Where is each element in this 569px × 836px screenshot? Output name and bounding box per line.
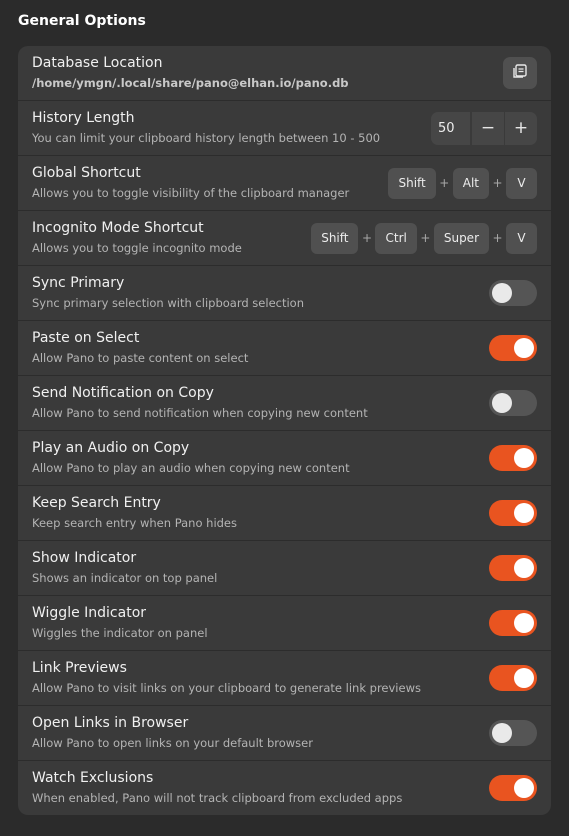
keep-search-entry-switch[interactable] xyxy=(489,500,537,526)
shortcut-separator: + xyxy=(492,231,503,245)
row-title: Keep Search Entry xyxy=(32,495,161,511)
toggle-row: Link Previews Allow Pano to visit links … xyxy=(18,650,551,705)
shortcut-key[interactable]: Super xyxy=(433,222,489,254)
history-length-spinbutton: 50 − + xyxy=(431,111,537,145)
history-length-input[interactable]: 50 xyxy=(431,111,471,145)
general-options-list: Database Location /home/ymgn/.local/shar… xyxy=(18,46,551,815)
incognito-shortcut-row: Incognito Mode Shortcut Allows you to to… xyxy=(18,210,551,265)
row-title: History Length xyxy=(32,110,135,126)
toggle-row: Paste on Select Allow Pano to paste cont… xyxy=(18,320,551,375)
toggle-row: Send Notification on Copy Allow Pano to … xyxy=(18,375,551,430)
row-subtitle: Sync primary selection with clipboard se… xyxy=(32,296,304,310)
row-title: Paste on Select xyxy=(32,330,140,346)
shortcut-key[interactable]: Shift xyxy=(388,167,436,199)
increase-button[interactable]: + xyxy=(504,111,537,145)
shortcut-key[interactable]: Alt xyxy=(452,167,489,199)
choose-database-location-button[interactable] xyxy=(503,57,537,89)
shortcut-separator: + xyxy=(361,231,373,245)
switch-knob xyxy=(492,283,512,303)
row-subtitle: Allow Pano to send notification when cop… xyxy=(32,406,368,420)
toggle-row: Play an Audio on Copy Allow Pano to play… xyxy=(18,430,551,485)
toggle-row: Show Indicator Shows an indicator on top… xyxy=(18,540,551,595)
toggle-row: Sync Primary Sync primary selection with… xyxy=(18,265,551,320)
toggle-row: Keep Search Entry Keep search entry when… xyxy=(18,485,551,540)
row-subtitle: Allows you to toggle incognito mode xyxy=(32,241,242,255)
row-subtitle: Wiggles the indicator on panel xyxy=(32,626,208,640)
watch-exclusions-switch[interactable] xyxy=(489,775,537,801)
row-subtitle: Allow Pano to play an audio when copying… xyxy=(32,461,350,475)
global-shortcut-row: Global Shortcut Allows you to toggle vis… xyxy=(18,155,551,210)
sync-primary-switch[interactable] xyxy=(489,280,537,306)
switch-knob xyxy=(514,778,534,798)
row-title: Link Previews xyxy=(32,660,127,676)
row-subtitle: When enabled, Pano will not track clipbo… xyxy=(32,791,403,805)
shortcut-key[interactable]: V xyxy=(506,167,537,199)
row-title: Wiggle Indicator xyxy=(32,605,147,621)
row-title: Show Indicator xyxy=(32,550,137,566)
row-title: Open Links in Browser xyxy=(32,715,189,731)
toggle-row: Wiggle Indicator Wiggles the indicator o… xyxy=(18,595,551,650)
switch-knob xyxy=(514,338,534,358)
switch-knob xyxy=(514,448,534,468)
row-title: Watch Exclusions xyxy=(32,770,154,786)
show-indicator-switch[interactable] xyxy=(489,555,537,581)
shortcut-key[interactable]: V xyxy=(506,222,537,254)
switch-knob xyxy=(514,668,534,688)
shortcut-separator: + xyxy=(420,231,431,245)
wiggle-indicator-switch[interactable] xyxy=(489,610,537,636)
row-subtitle: Shows an indicator on top panel xyxy=(32,571,218,585)
switch-knob xyxy=(514,503,534,523)
shortcut-separator: + xyxy=(492,176,503,190)
row-title: Incognito Mode Shortcut xyxy=(32,220,204,236)
send-notification-switch[interactable] xyxy=(489,390,537,416)
row-title: Database Location xyxy=(32,55,163,71)
switch-knob xyxy=(514,558,534,578)
toggle-row: Open Links in Browser Allow Pano to open… xyxy=(18,705,551,760)
play-audio-switch[interactable] xyxy=(489,445,537,471)
decrease-button[interactable]: − xyxy=(471,111,504,145)
file-chooser-icon xyxy=(512,63,528,83)
incognito-shortcut-keys[interactable]: Shift + Ctrl + Super + V xyxy=(311,211,537,265)
row-title: Send Notification on Copy xyxy=(32,385,214,401)
row-title: Play an Audio on Copy xyxy=(32,440,190,456)
switch-knob xyxy=(514,613,534,633)
row-subtitle: Allow Pano to paste content on select xyxy=(32,351,249,365)
paste-on-select-switch[interactable] xyxy=(489,335,537,361)
shortcut-key[interactable]: Shift xyxy=(311,222,359,254)
switch-knob xyxy=(492,723,512,743)
link-previews-switch[interactable] xyxy=(489,665,537,691)
global-shortcut-keys[interactable]: Shift + Alt + V xyxy=(388,156,537,210)
row-title: Sync Primary xyxy=(32,275,125,291)
shortcut-separator: + xyxy=(439,176,450,190)
row-title: Global Shortcut xyxy=(32,165,141,181)
section-title: General Options xyxy=(18,13,146,29)
toggle-row: Watch Exclusions When enabled, Pano will… xyxy=(18,760,551,815)
history-length-row: History Length You can limit your clipbo… xyxy=(18,100,551,155)
row-subtitle: Allow Pano to open links on your default… xyxy=(32,736,313,750)
row-subtitle: Keep search entry when Pano hides xyxy=(32,516,238,530)
switch-knob xyxy=(492,393,512,413)
row-subtitle: Allow Pano to visit links on your clipbo… xyxy=(32,681,421,695)
shortcut-key[interactable]: Ctrl xyxy=(375,222,417,254)
database-path: /home/ymgn/.local/share/pano@elhan.io/pa… xyxy=(32,76,349,90)
row-subtitle: Allows you to toggle visibility of the c… xyxy=(32,186,350,200)
open-links-in-browser-switch[interactable] xyxy=(489,720,537,746)
row-subtitle: You can limit your clipboard history len… xyxy=(32,131,381,145)
database-location-row: Database Location /home/ymgn/.local/shar… xyxy=(18,46,551,100)
